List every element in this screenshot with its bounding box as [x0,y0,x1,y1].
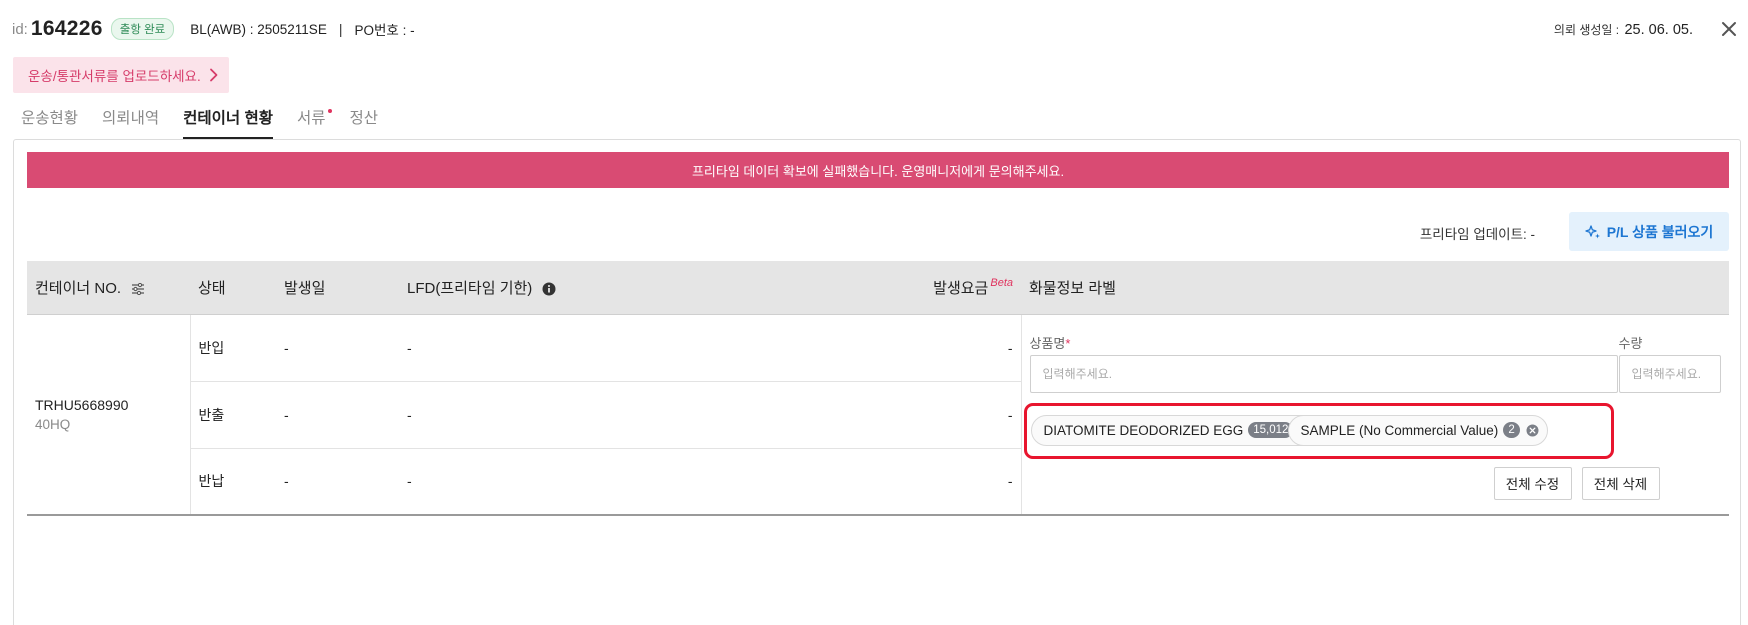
status-badge: 출항 완료 [110,18,175,40]
load-pl-products-label: P/L 상품 불러오기 [1606,223,1714,240]
chip-count: 15,012 [1248,422,1294,438]
created-date-label: 의뢰 생성일 : [1553,23,1620,37]
product-name-label: 상품명* [1030,333,1071,352]
upload-banner-text: 운송/통관서류를 업로드하세요. [28,69,201,84]
container-table: 컨테이너 NO. 상태 발생일 LFD(프리타임 기한) 발생요금 Beta 화… [27,261,1729,516]
po-number: PO번호 : - [354,23,415,38]
freetime-update: 프리타임 업데이트: - [1419,227,1535,242]
chip-label: SAMPLE (No Commercial Value) [1300,422,1499,438]
error-banner-text: 프리타임 데이터 확보에 실패했습니다. 운영매니저에게 문의해주세요. [691,163,1065,179]
container-cell: TRHU5668990 40HQ [27,314,191,516]
beta-tag: Beta [990,276,1013,289]
required-mark: * [1065,335,1071,351]
col-status: 상태 [190,261,276,315]
col-fee-label: 발생요금 [933,279,989,297]
row-lfd: - [399,314,669,382]
col-date: 발생일 [276,261,399,315]
col-lfd-label: LFD(프리타임 기한) [407,279,533,297]
col-lfd: LFD(프리타임 기한) [399,261,669,315]
edit-all-button[interactable]: 전체 수정 [1493,466,1572,500]
tab-documents[interactable]: 서류 [296,105,332,139]
created-date: 의뢰 생성일 : 25. 06. 05. [1554,21,1693,38]
row-fee: - [669,381,1021,449]
row-fee: - [669,448,1021,516]
row-date: - [276,314,399,382]
tab-shipping-status[interactable]: 운송현황 [21,105,78,139]
tab-bar: 운송현황 의뢰내역 컨테이너 현황 서류 정산 [21,105,402,139]
row-status: 반납 [190,448,276,516]
table-row: TRHU5668990 40HQ 반입 - - - 상품명* 수량 DIATO [27,314,1729,516]
row-status: 반출 [190,381,276,449]
delete-all-button[interactable]: 전체 삭제 [1581,466,1660,500]
quantity-input[interactable] [1618,354,1721,393]
col-fee: 발생요금 Beta [669,261,1021,315]
row-fee: - [669,314,1021,382]
container-type: 40HQ [35,416,71,432]
cargo-label-cell: 상품명* 수량 DIATOMITE DEODORIZED EGG 15,012 [1020,314,1729,516]
table-header-row: 컨테이너 NO. 상태 발생일 LFD(프리타임 기한) 발생요금 Beta 화… [27,261,1729,315]
row-date: - [276,448,399,516]
upload-documents-banner[interactable]: 운송/통관서류를 업로드하세요. [13,57,229,93]
row-lfd: - [399,448,669,516]
id-prefix: id: [12,20,28,38]
row-status: 반입 [190,314,276,382]
container-status-panel: 프리타임 데이터 확보에 실패했습니다. 운영매니저에게 문의해주세요. 프리타… [13,139,1741,625]
bl-number: BL(AWB) : 2505211SE [190,21,327,37]
close-icon[interactable] [1718,18,1740,40]
col-container-no: 컨테이너 NO. [27,261,190,315]
sparkle-icon [1585,224,1600,238]
container-number: TRHU5668990 [35,396,129,413]
chip-label: DIATOMITE DEODORIZED EGG [1043,422,1244,438]
col-cargo-label: 화물정보 라벨 [1021,261,1729,315]
row-lfd: - [399,381,669,449]
remove-chip-icon[interactable] [1526,424,1539,437]
meta-separator: | [338,21,343,37]
tab-documents-label: 서류 [296,110,326,127]
quantity-label: 수량 [1618,335,1643,351]
chevron-right-icon [209,68,218,82]
shipment-id: 164226 [30,17,103,40]
notification-dot [327,109,332,113]
error-banner: 프리타임 데이터 확보에 실패했습니다. 운영매니저에게 문의해주세요. [27,152,1729,188]
tab-request-details[interactable]: 의뢰내역 [102,105,159,139]
col-container-no-label: 컨테이너 NO. [35,279,122,297]
chip-count: 2 [1503,422,1520,438]
product-chip[interactable]: DIATOMITE DEODORIZED EGG 15,012 [1030,414,1322,446]
tab-settlement[interactable]: 정산 [350,105,379,139]
load-pl-products-button[interactable]: P/L 상품 불러오기 [1569,212,1729,251]
product-chip[interactable]: SAMPLE (No Commercial Value) 2 [1287,414,1548,446]
product-name-label-text: 상품명 [1029,335,1066,351]
product-name-input[interactable] [1029,354,1618,393]
info-icon[interactable] [542,282,556,296]
tab-container-status[interactable]: 컨테이너 현황 [183,105,273,139]
detail-header: id: 164226 출항 완료 BL(AWB) : 2505211SE | P… [12,12,1748,46]
filter-sliders-icon[interactable] [131,282,145,295]
created-date-value: 25. 06. 05. [1624,22,1693,38]
row-date: - [276,381,399,449]
